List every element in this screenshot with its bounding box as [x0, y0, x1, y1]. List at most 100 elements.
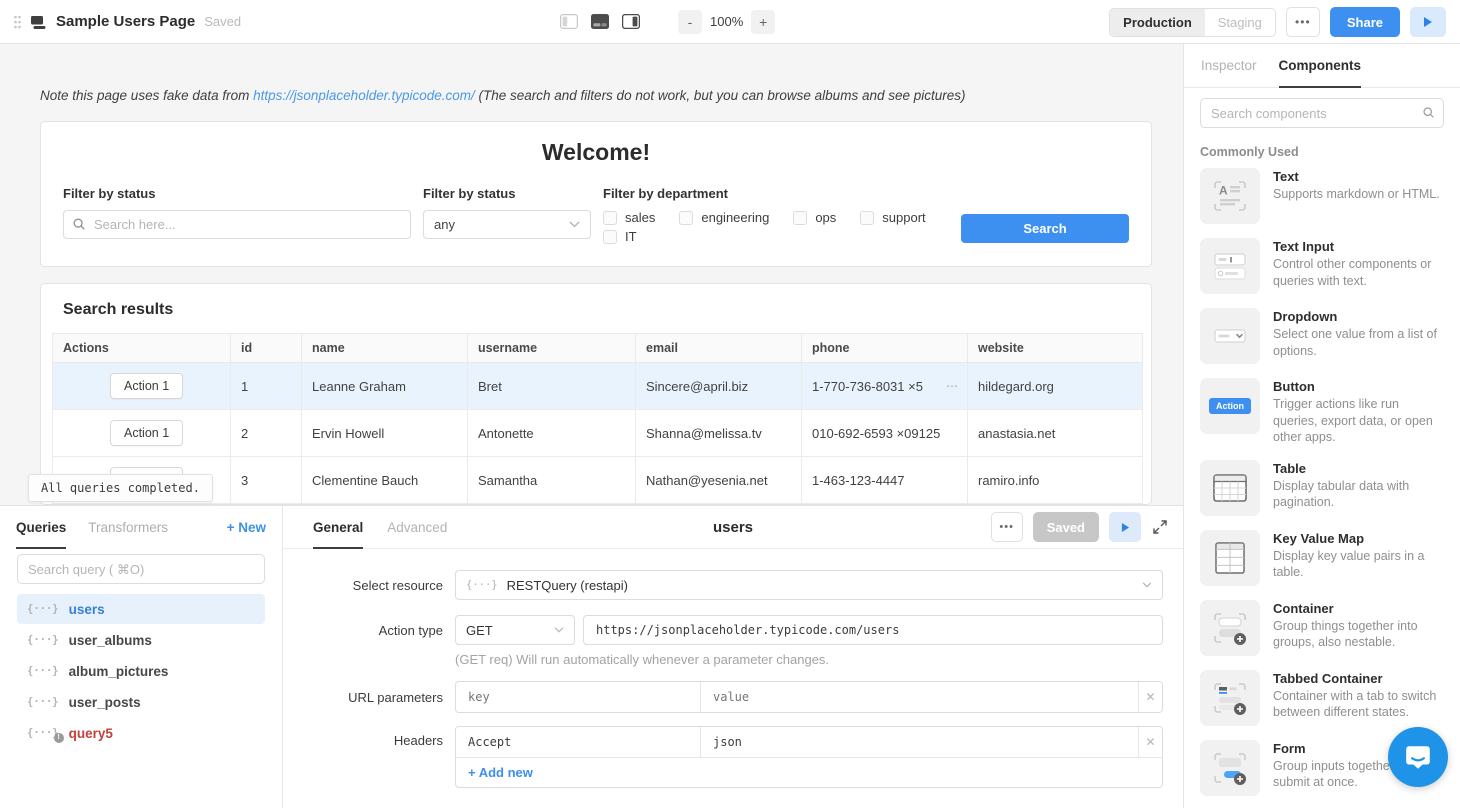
checkbox-engineering[interactable]: engineering — [679, 210, 769, 225]
col-website[interactable]: website — [968, 334, 1143, 363]
param-value-input[interactable] — [701, 682, 1138, 712]
checkbox-box[interactable] — [860, 211, 874, 225]
header-value-input[interactable] — [701, 727, 1138, 757]
query-item-query5[interactable]: {···}! query5 — [17, 718, 265, 748]
commonly-used-heading: Commonly Used — [1200, 145, 1444, 159]
component-container[interactable]: Container Group things together into gro… — [1184, 600, 1460, 656]
component-button[interactable]: Action Button Trigger actions like run q… — [1184, 378, 1460, 446]
table-row[interactable]: Action 1 3 Clementine Bauch Samantha Nat… — [53, 457, 1143, 504]
resource-value: RESTQuery (restapi) — [507, 578, 628, 593]
cell-username: Bret — [468, 363, 636, 410]
tab-components[interactable]: Components — [1279, 44, 1362, 87]
resource-select[interactable]: {···} RESTQuery (restapi) — [455, 570, 1163, 600]
action-type-select[interactable]: GET — [455, 615, 575, 645]
query-icon: {···} — [27, 665, 59, 677]
checkbox-support[interactable]: support — [860, 210, 925, 225]
component-text-input[interactable]: Text Input Control other components or q… — [1184, 238, 1460, 294]
new-query-button[interactable]: + New — [227, 520, 266, 535]
tab-transformers[interactable]: Transformers — [88, 506, 168, 549]
button-component-label: Action — [1209, 398, 1251, 414]
col-name[interactable]: name — [302, 334, 468, 363]
tab-queries[interactable]: Queries — [16, 506, 66, 549]
search-results-container: Search results Actions id name username … — [40, 283, 1152, 505]
table-row[interactable]: Action 1 1 Leanne Graham Bret Sincere@ap… — [53, 363, 1143, 410]
query-editor: users General Advanced ••• Saved Select … — [283, 505, 1183, 808]
expand-icon — [1153, 520, 1167, 534]
component-tabbed-container[interactable]: Tabbed Container Container with a tab to… — [1184, 670, 1460, 726]
toggle-right-panel-icon[interactable] — [622, 14, 640, 29]
tab-general[interactable]: General — [313, 506, 363, 548]
add-header-button[interactable]: + Add new — [456, 757, 1162, 787]
col-id[interactable]: id — [231, 334, 302, 363]
search-button[interactable]: Search — [961, 214, 1129, 243]
zoom-in-button[interactable]: + — [751, 10, 775, 34]
query-search-input[interactable] — [17, 554, 265, 584]
col-email[interactable]: email — [636, 334, 802, 363]
remove-header-button[interactable]: ✕ — [1138, 727, 1162, 757]
topbar-more-button[interactable]: ••• — [1286, 7, 1320, 37]
toggle-bottom-panel-icon[interactable] — [591, 14, 609, 29]
drag-handle-icon[interactable] — [14, 15, 21, 29]
query-item-user-posts[interactable]: {···} user_posts — [17, 687, 265, 717]
param-key-input[interactable] — [456, 682, 701, 712]
chevron-down-icon — [1142, 582, 1152, 588]
remove-param-button[interactable]: ✕ — [1138, 682, 1162, 712]
zoom-out-button[interactable]: - — [678, 10, 702, 34]
tab-inspector[interactable]: Inspector — [1201, 44, 1257, 87]
checkbox-ops[interactable]: ops — [793, 210, 836, 225]
component-dropdown[interactable]: Dropdown Select one value from a list of… — [1184, 308, 1460, 364]
component-table[interactable]: Table Display tabular data with paginati… — [1184, 460, 1460, 516]
pages-icon[interactable] — [30, 14, 47, 30]
dropdown-component-icon — [1200, 308, 1260, 364]
env-production-button[interactable]: Production — [1110, 9, 1205, 36]
col-phone[interactable]: phone — [802, 334, 968, 363]
query-more-button[interactable]: ••• — [991, 512, 1023, 542]
checkbox-box[interactable] — [603, 230, 617, 244]
query-saved-button[interactable]: Saved — [1033, 512, 1099, 542]
checkbox-sales[interactable]: sales — [603, 210, 655, 225]
component-name: Button — [1273, 379, 1444, 394]
cell-overflow-button[interactable]: ⋯ — [946, 379, 959, 393]
env-staging-button[interactable]: Staging — [1205, 9, 1275, 36]
share-button[interactable]: Share — [1330, 7, 1400, 37]
checkbox-it[interactable]: IT — [603, 229, 637, 244]
expand-editor-button[interactable] — [1151, 518, 1169, 536]
error-badge: ! — [54, 733, 64, 743]
header-key-input[interactable] — [456, 727, 701, 757]
col-actions[interactable]: Actions — [53, 334, 231, 363]
row-action-button[interactable]: Action 1 — [110, 420, 183, 446]
cell-phone: 1-463-123-4447 — [802, 457, 968, 504]
query-item-user-albums[interactable]: {···} user_albums — [17, 625, 265, 655]
note-link[interactable]: https://jsonplaceholder.typicode.com/ — [253, 88, 475, 103]
cell-phone: 1-770-736-8031 ×5 — [812, 379, 923, 394]
preview-run-button[interactable] — [1410, 7, 1446, 37]
components-search-input[interactable] — [1200, 98, 1444, 128]
cell-phone: 010-692-6593 ×09125 — [802, 410, 968, 457]
query-run-button[interactable] — [1109, 512, 1141, 542]
cell-id: 1 — [231, 363, 302, 410]
query-item-label: user_albums — [69, 633, 152, 648]
row-action-button[interactable]: Action 1 — [110, 373, 183, 399]
component-description: Supports markdown or HTML. — [1273, 186, 1440, 203]
cell-username: Antonette — [468, 410, 636, 457]
status-search-input[interactable] — [63, 210, 411, 239]
toggle-left-panel-icon[interactable] — [560, 14, 578, 29]
checkbox-box[interactable] — [603, 211, 617, 225]
col-username[interactable]: username — [468, 334, 636, 363]
checkbox-box[interactable] — [793, 211, 807, 225]
checkbox-box[interactable] — [679, 211, 693, 225]
status-dropdown[interactable]: any — [423, 210, 591, 239]
url-input[interactable] — [583, 615, 1163, 645]
keyvalue-component-icon — [1200, 530, 1260, 586]
tab-advanced[interactable]: Advanced — [387, 506, 447, 548]
component-key-value-map[interactable]: Key Value Map Display key value pairs in… — [1184, 530, 1460, 586]
component-text[interactable]: A Text Supports markdown or HTML. — [1184, 168, 1460, 224]
table-header-row: Actions id name username email phone web… — [53, 334, 1143, 363]
chat-launcher-button[interactable] — [1388, 727, 1448, 787]
query-item-users[interactable]: {···} users — [17, 594, 265, 624]
table-row[interactable]: Action 1 2 Ervin Howell Antonette Shanna… — [53, 410, 1143, 457]
query-item-album-pictures[interactable]: {···} album_pictures — [17, 656, 265, 686]
cell-id: 3 — [231, 457, 302, 504]
app-title: Sample Users Page — [56, 13, 195, 30]
play-icon — [1423, 16, 1433, 28]
